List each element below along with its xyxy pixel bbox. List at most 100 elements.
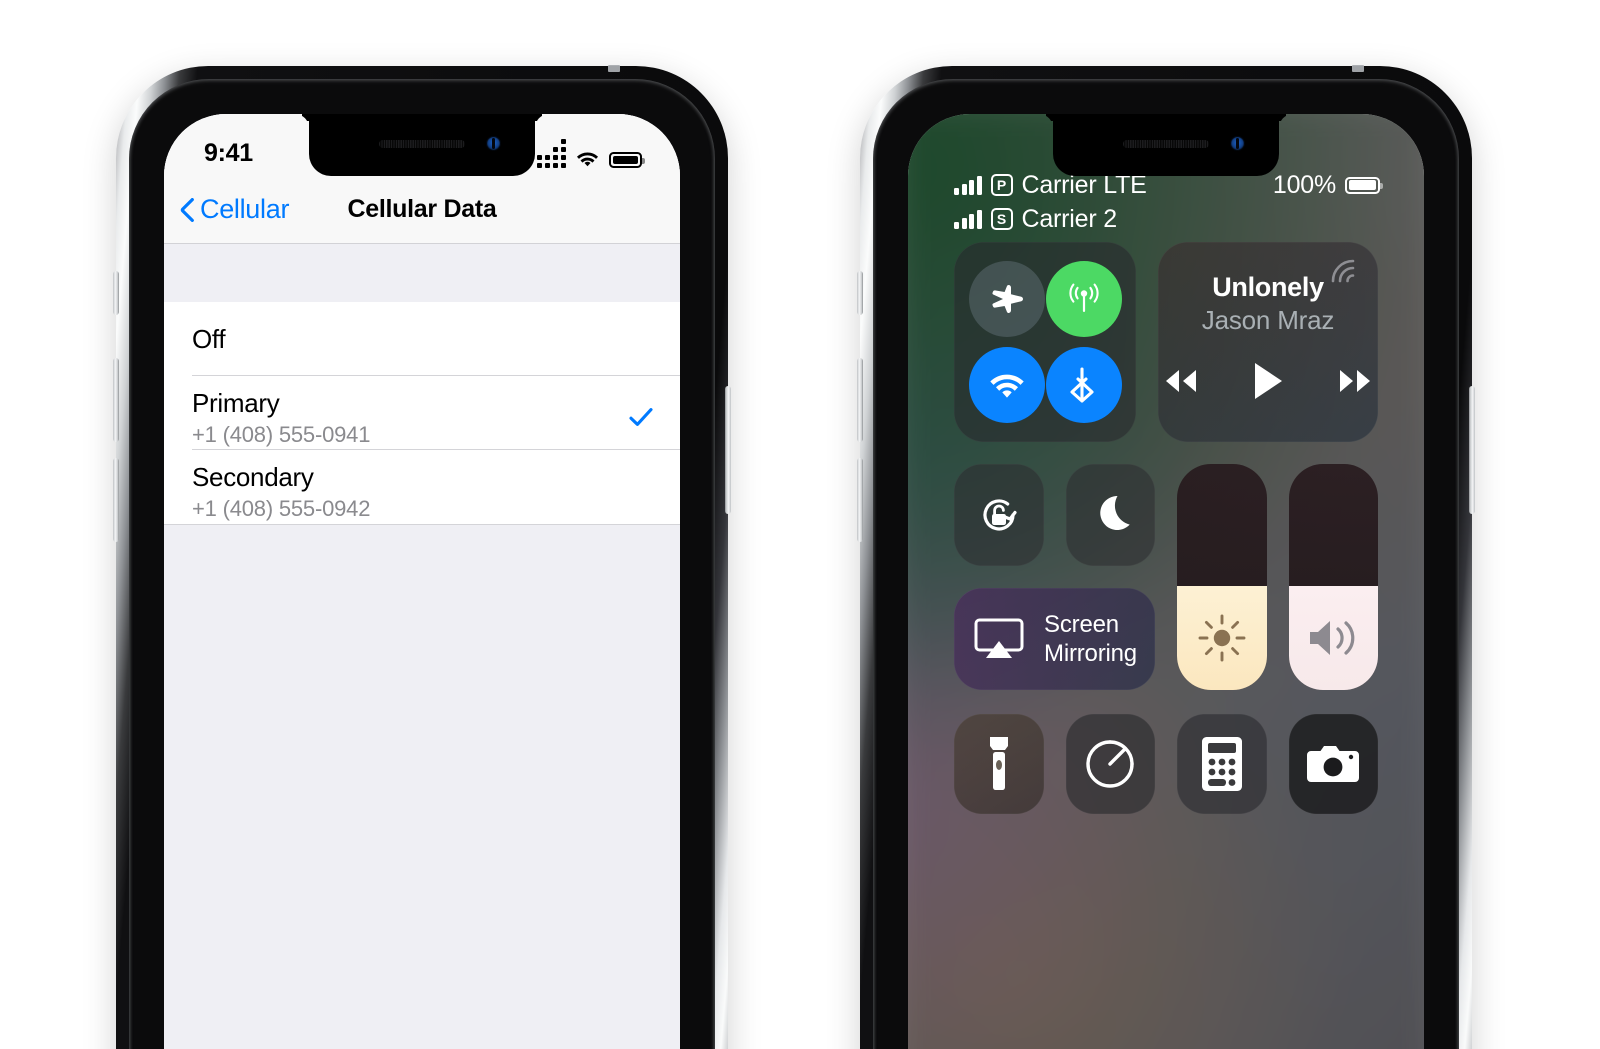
volume-slider[interactable] [1288,464,1378,690]
camera-button[interactable] [1288,714,1378,814]
row-subtitle: +1 (408) 555-0941 [192,422,371,447]
bluetooth-icon [1069,367,1094,403]
rotation-lock-toggle[interactable] [954,464,1044,566]
volume-down-button[interactable] [113,458,119,542]
sim-secondary-badge: S [990,208,1013,230]
control-center-screen: P Carrier LTE 100% S Carrier 2 Unlonely … [908,114,1424,1049]
status-bar-dual-sim: P Carrier LTE 100% S Carrier 2 [908,168,1424,236]
chevron-left-icon [180,197,194,222]
calculator-icon [1201,737,1242,791]
volume-slider-fill [1288,586,1378,690]
calculator-button[interactable] [1177,714,1267,814]
iphone-device-left: 9:41 Cellular Cellular Data Off Primary … [113,65,731,1049]
device-screen-right: P Carrier LTE 100% S Carrier 2 Unlonely … [908,114,1424,1049]
status-bar-line-secondary: S Carrier 2 [954,202,1380,236]
now-playing-artist: Jason Mraz [1201,305,1335,335]
battery-full-icon [1345,176,1383,194]
row-text-group: Primary +1 (408) 555-0941 [192,388,370,448]
display-notch [1053,114,1279,176]
status-bar-clock: 9:41 [204,139,253,167]
battery-indicator-group: 100% [1272,170,1383,200]
wifi-toggle[interactable] [968,347,1045,423]
row-title: Secondary [192,462,314,492]
status-bar-indicators [537,139,646,168]
device-screen-left: 9:41 Cellular Cellular Data Off Primary … [164,114,680,1049]
rewind-icon[interactable] [1158,366,1202,396]
battery-percent-label: 100% [1272,170,1336,199]
moon-icon [1100,495,1130,530]
back-button[interactable]: Cellular [164,194,289,225]
flashlight-button[interactable] [954,714,1044,814]
airplay-audio-icon[interactable] [1330,258,1360,284]
table-section-gap [164,244,680,302]
dual-signal-dots-icon [537,139,566,168]
table-bottom-separator [164,524,680,525]
side-power-button[interactable] [725,386,731,514]
screen-mirroring-label: Screen Mirroring [1044,610,1137,669]
screen-mirroring-label-line1: Screen [1044,610,1119,638]
flashlight-icon [989,737,1008,790]
sliders-group [1177,464,1378,690]
signal-bars-icon [954,209,982,229]
playback-controls [1158,360,1378,402]
row-text-group: Secondary +1 (408) 555-0942 [192,462,370,522]
cellular-antenna-icon [1068,283,1099,312]
play-icon[interactable] [1250,360,1286,402]
speaker-grille-icon [1123,140,1209,148]
brightness-slider[interactable] [1177,464,1267,690]
camera-icon [1307,746,1360,782]
table-row[interactable]: Primary +1 (408) 555-0941 [164,376,680,450]
speaker-grille-icon [379,140,465,148]
wifi-icon [576,152,599,167]
rotation-lock-icon [983,499,1017,531]
timer-icon [1086,740,1134,788]
device-bezel: P Carrier LTE 100% S Carrier 2 Unlonely … [873,79,1459,1049]
signal-bars-icon [954,175,982,195]
now-playing-module: Unlonely Jason Mraz [1158,242,1378,442]
volume-up-button[interactable] [113,358,119,442]
front-camera-icon [1230,136,1245,151]
airplay-screen-icon [974,618,1024,658]
battery-full-icon [609,152,645,168]
table-row[interactable]: Secondary +1 (408) 555-0942 [164,450,680,524]
table-row[interactable]: Off [164,302,680,376]
side-power-button[interactable] [1469,386,1475,514]
small-toggles-group [954,464,1155,566]
row-title: Off [192,323,226,354]
fast-forward-icon[interactable] [1334,366,1378,396]
ringer-switch[interactable] [113,271,119,315]
airplane-mode-toggle[interactable] [968,261,1045,337]
control-center-row-3 [954,714,1378,814]
cellular-data-toggle[interactable] [1045,261,1122,337]
bluetooth-toggle[interactable] [1045,347,1122,423]
antenna-line [608,65,620,72]
volume-up-button[interactable] [857,358,863,442]
screen-mirroring-label-line2: Mirroring [1044,640,1137,667]
screen-mirroring-button[interactable]: Screen Mirroring [954,588,1155,690]
row-subtitle: +1 (408) 555-0942 [192,496,371,521]
control-center-row-1: Unlonely Jason Mraz [954,242,1378,442]
timer-button[interactable] [1065,714,1155,814]
volume-down-button[interactable] [857,458,863,542]
wifi-icon [989,374,1024,398]
back-button-label: Cellular [200,194,290,224]
checkmark-icon [629,408,653,426]
display-notch [309,114,535,176]
navigation-bar: Cellular Cellular Data [164,176,680,244]
device-bezel: 9:41 Cellular Cellular Data Off Primary … [129,79,715,1049]
brightness-slider-fill [1177,586,1267,690]
screenshot-canvas: 9:41 Cellular Cellular Data Off Primary … [0,0,1600,1049]
sim-secondary-group: S Carrier 2 [954,205,1117,234]
control-center-row-2: Screen Mirroring [954,464,1378,690]
airplane-icon [991,284,1023,314]
toggles-and-mirroring-column: Screen Mirroring [954,464,1155,690]
sim-secondary-carrier-label: Carrier 2 [1021,204,1118,233]
settings-app-screen: 9:41 Cellular Cellular Data Off Primary … [164,114,680,1049]
sim-primary-badge: P [990,174,1013,196]
ringer-switch[interactable] [857,271,863,315]
connectivity-module [954,242,1136,442]
do-not-disturb-toggle[interactable] [1065,464,1155,566]
cellular-data-options-table: Off Primary +1 (408) 555-0941 Secondary … [164,302,680,525]
row-text-group: Off [192,323,226,355]
speaker-volume-icon [1310,621,1355,656]
